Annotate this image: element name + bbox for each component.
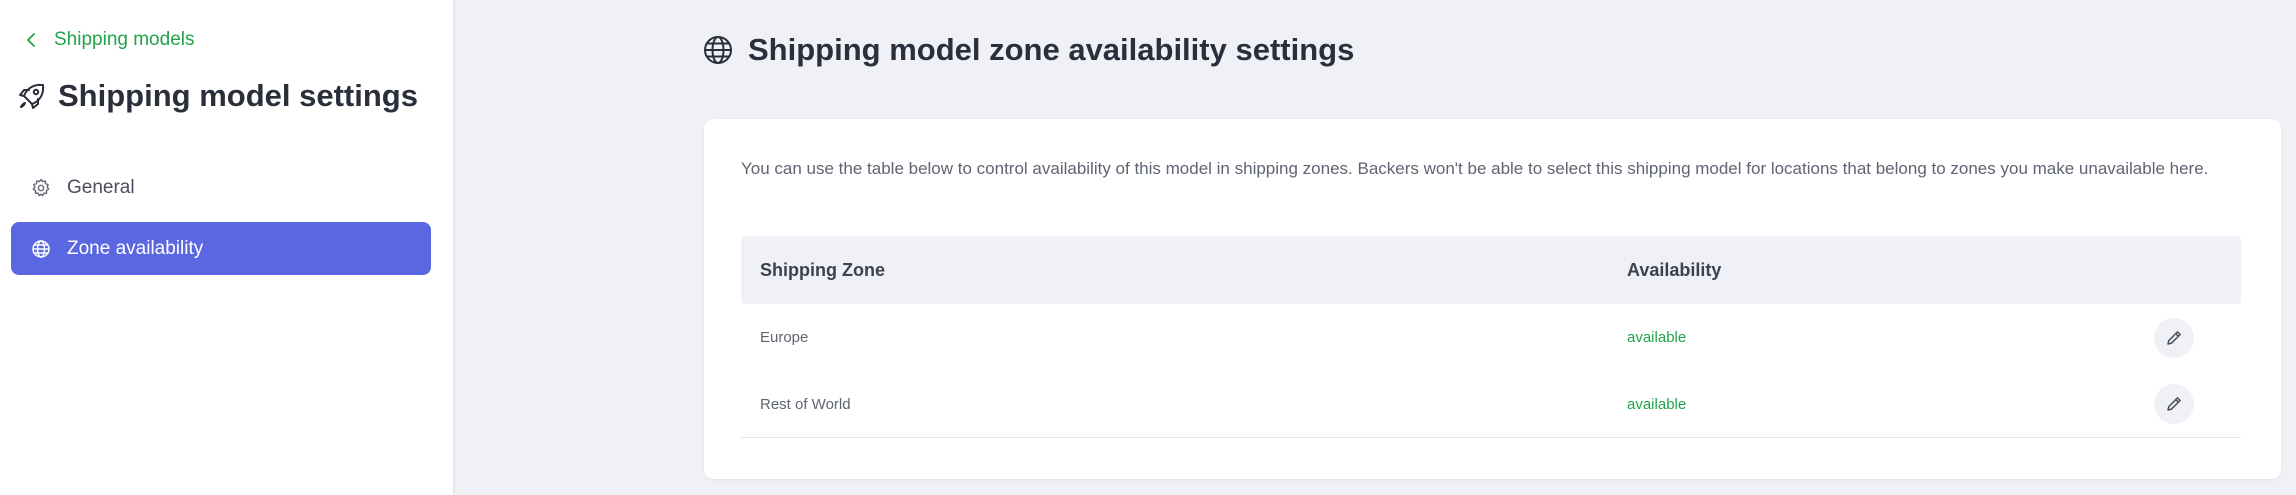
- sidebar-nav: General Zone availability: [11, 161, 431, 283]
- pencil-icon: [2167, 330, 2181, 345]
- chevron-left-icon: [27, 33, 35, 47]
- sidebar-item-zone-availability[interactable]: Zone availability: [11, 222, 431, 275]
- edit-button[interactable]: [2154, 384, 2194, 424]
- sidebar-item-label: Zone availability: [67, 237, 204, 259]
- availability-status: available: [1627, 329, 1687, 346]
- description-text: You can use the table below to control a…: [741, 159, 2209, 178]
- main-content: Shipping model zone availability setting…: [453, 0, 2296, 495]
- page-title: Shipping model zone availability setting…: [702, 32, 1354, 68]
- edit-button[interactable]: [2154, 317, 2194, 358]
- column-header-availability: Availability: [1627, 259, 1722, 280]
- pencil-icon: [2167, 397, 2181, 411]
- row-actions: [2107, 317, 2241, 358]
- back-link[interactable]: Shipping models: [24, 29, 194, 51]
- zone-availability-card: You can use the table below to control a…: [704, 119, 2281, 479]
- table-header: Shipping Zone Availability: [741, 236, 2241, 304]
- rocket-icon: [19, 83, 45, 109]
- page-title-text: Shipping model zone availability setting…: [748, 32, 1355, 67]
- sidebar-title-text: Shipping model settings: [58, 78, 418, 113]
- row-actions: [2107, 384, 2241, 424]
- zones-table: Shipping Zone Availability Europe availa…: [741, 236, 2241, 438]
- sidebar-item-label: General: [67, 176, 135, 198]
- sidebar-title: Shipping model settings: [16, 78, 418, 114]
- zone-name: Europe: [760, 329, 809, 346]
- availability-status: available: [1627, 395, 1687, 413]
- globe-icon: [32, 239, 50, 258]
- sidebar-item-general[interactable]: General: [11, 161, 431, 214]
- back-link-label: Shipping models: [54, 29, 195, 50]
- gear-icon: [32, 178, 50, 196]
- column-header-zone: Shipping Zone: [760, 259, 885, 280]
- globe-icon: [704, 36, 732, 64]
- table-row: Europe available: [741, 304, 2241, 371]
- table-row: Rest of World available: [741, 371, 2241, 438]
- zone-name: Rest of World: [760, 395, 851, 413]
- sidebar: Shipping models Shipping model settings …: [0, 0, 453, 495]
- app-root: Shipping models Shipping model settings …: [0, 0, 2296, 495]
